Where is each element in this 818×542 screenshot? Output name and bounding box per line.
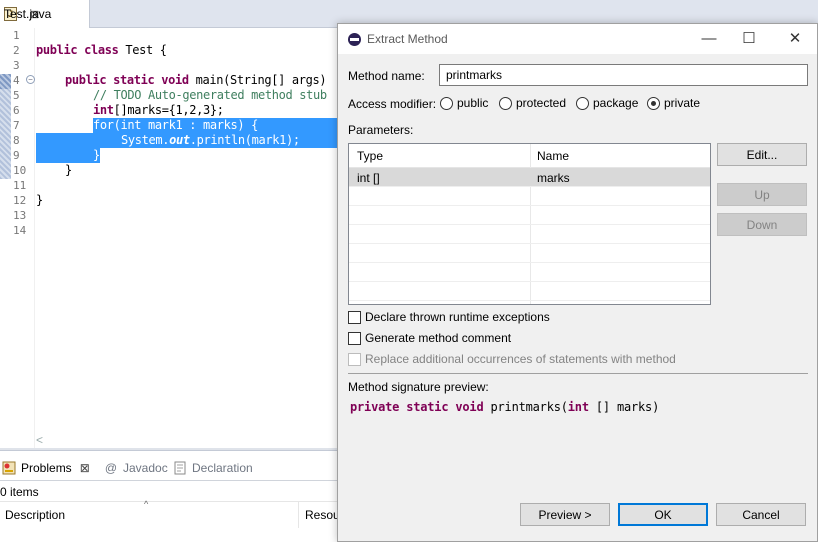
empty-row — [349, 282, 710, 301]
line-number: 2 — [13, 44, 20, 57]
code-line-selected: } — [93, 148, 100, 162]
code-editor[interactable]: 1 2 3 4 5 6 7 8 9 10 11 12 13 14 − publi… — [0, 28, 340, 448]
radio-button[interactable] — [440, 96, 453, 110]
line-number: 8 — [13, 134, 20, 147]
checkbox[interactable] — [348, 331, 361, 345]
down-button[interactable]: Down — [717, 213, 807, 236]
extract-method-dialog: Extract Method — ☐ ✕ Method name: printm… — [337, 23, 818, 542]
radio-package[interactable]: package — [576, 96, 638, 110]
radio-button[interactable] — [499, 96, 512, 110]
ok-button[interactable]: OK — [618, 503, 708, 526]
up-button[interactable]: Up — [717, 183, 807, 206]
parameters-label: Parameters: — [348, 123, 414, 137]
separator — [348, 373, 808, 374]
code-line: int[]marks={1,2,3}; — [93, 103, 224, 117]
column-type[interactable]: Type — [357, 149, 383, 163]
collapse-icon[interactable]: − — [26, 75, 35, 84]
line-number-gutter: 1 2 3 4 5 6 7 8 9 10 11 12 13 14 — [11, 28, 35, 448]
empty-row — [349, 187, 710, 206]
signature-preview: private static void printmarks(int [] ma… — [350, 400, 660, 414]
radio-button[interactable] — [576, 96, 589, 110]
access-modifier-label: Access modifier: — [348, 97, 437, 111]
runtime-exceptions-checkbox[interactable]: Declare thrown runtime exceptions — [348, 310, 550, 324]
method-comment-checkbox[interactable]: Generate method comment — [348, 331, 511, 345]
line-number: 13 — [13, 209, 27, 222]
column-resource[interactable]: Resou — [305, 508, 340, 522]
line-number: 14 — [13, 224, 27, 237]
tab-javadoc[interactable]: @ Javadoc — [104, 457, 168, 479]
at-icon: @ — [104, 461, 118, 475]
line-number: 11 — [13, 179, 27, 192]
column-divider[interactable] — [298, 502, 299, 528]
views-tab-bar: Problems ⊠ @ Javadoc Declaration — [0, 451, 340, 481]
empty-row — [349, 225, 710, 244]
code-text-area[interactable]: public class Test { public static void m… — [36, 28, 340, 448]
line-number: 10 — [13, 164, 27, 177]
code-line: } — [36, 193, 43, 207]
annotation-ruler — [0, 28, 11, 448]
problems-table-header: ^ Description Resou — [0, 499, 340, 528]
edit-button[interactable]: Edit... — [717, 143, 807, 166]
override-marker — [0, 74, 11, 89]
problems-icon — [2, 461, 16, 475]
close-view-icon[interactable]: ⊠ — [80, 461, 90, 475]
items-count: 0 items — [0, 485, 39, 499]
preview-button[interactable]: Preview > — [520, 503, 610, 526]
code-line: public static void main(String[] args) — [65, 73, 327, 87]
code-comment: // TODO Auto-generated method stub — [93, 88, 327, 102]
radio-public[interactable]: public — [440, 96, 488, 110]
tab-label: Javadoc — [123, 461, 168, 475]
scroll-left-icon[interactable]: < — [36, 433, 340, 448]
sort-indicator-icon: ^ — [144, 499, 149, 509]
selection-marker — [0, 89, 11, 179]
line-number: 5 — [13, 89, 20, 102]
dialog-title: Extract Method — [367, 32, 448, 46]
line-number: 3 — [13, 59, 20, 72]
empty-row — [349, 244, 710, 263]
tab-declaration[interactable]: Declaration — [173, 457, 253, 479]
parameters-table[interactable]: Type Name int [] marks — [348, 143, 711, 305]
bottom-views-panel: Problems ⊠ @ Javadoc Declaration 0 items… — [0, 450, 340, 542]
eclipse-icon — [348, 33, 361, 46]
line-number: 6 — [13, 104, 20, 117]
tab-label: Test.java — [4, 7, 52, 21]
column-description[interactable]: Description — [5, 508, 65, 522]
minimize-icon[interactable]: — — [694, 28, 724, 50]
checkbox[interactable] — [348, 310, 361, 324]
code-line: public class Test { — [36, 43, 167, 57]
dialog-title-bar: Extract Method — ☐ ✕ — [338, 24, 817, 54]
column-name[interactable]: Name — [537, 149, 569, 163]
code-line: } — [65, 163, 72, 177]
tab-label: Problems — [21, 461, 72, 475]
table-row[interactable]: int [] marks — [349, 168, 710, 187]
empty-row — [349, 263, 710, 282]
declaration-icon — [173, 461, 187, 475]
line-number: 12 — [13, 194, 27, 207]
radio-private[interactable]: private — [647, 96, 700, 110]
tab-test-java[interactable]: J Test.java ⊠ — [0, 0, 90, 28]
param-type: int [] — [357, 171, 380, 185]
ide-window: J Test.java ⊠ 1 2 3 4 5 6 7 8 9 10 11 12… — [0, 0, 818, 542]
line-number: 1 — [13, 29, 20, 42]
empty-row — [349, 206, 710, 225]
maximize-icon[interactable]: ☐ — [734, 28, 764, 50]
tab-problems[interactable]: Problems ⊠ — [2, 457, 90, 479]
code-line-selected: System.out.println(mark1); — [121, 133, 300, 147]
close-icon[interactable]: ✕ — [780, 28, 810, 50]
selection-highlight — [36, 148, 100, 163]
param-name: marks — [537, 171, 570, 185]
line-number: 7 — [13, 119, 20, 132]
radio-button-selected[interactable] — [647, 96, 660, 110]
signature-preview-label: Method signature preview: — [348, 380, 489, 394]
radio-protected[interactable]: protected — [499, 96, 566, 110]
tab-label: Declaration — [192, 461, 253, 475]
method-name-label: Method name: — [348, 69, 425, 83]
replace-occurrences-checkbox[interactable]: Replace additional occurrences of statem… — [348, 352, 676, 366]
line-number: 9 — [13, 149, 20, 162]
code-line-selected: for(int mark1 : marks) { — [93, 118, 258, 132]
method-name-input[interactable]: printmarks — [439, 64, 808, 86]
cancel-button[interactable]: Cancel — [716, 503, 806, 526]
checkbox[interactable] — [348, 352, 361, 366]
